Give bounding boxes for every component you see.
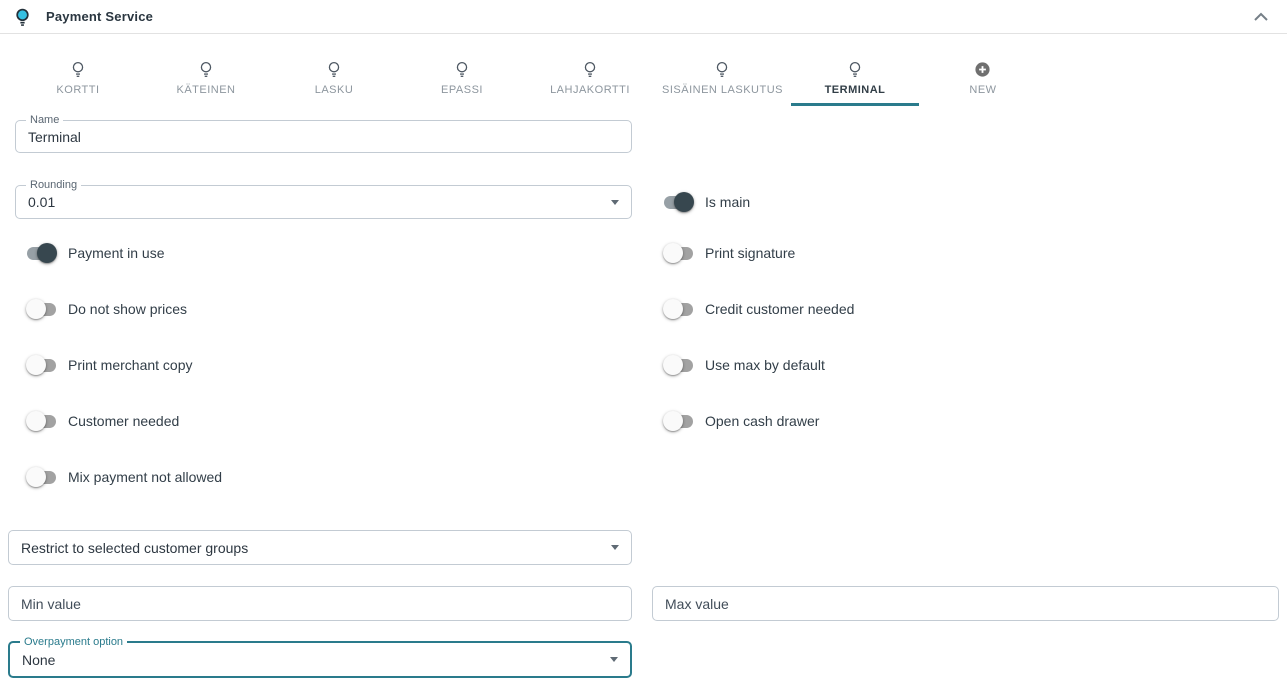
plus-circle-icon bbox=[974, 61, 991, 78]
tab-sisainen-laskutus[interactable]: SISÄINEN LASKUTUS bbox=[654, 34, 791, 106]
name-input[interactable] bbox=[28, 129, 619, 145]
toggle-label: Print merchant copy bbox=[68, 357, 193, 373]
tab-label: KÄTEINEN bbox=[176, 84, 235, 96]
toggle-label: Credit customer needed bbox=[705, 301, 854, 317]
tab-kateinen[interactable]: KÄTEINEN bbox=[142, 34, 270, 106]
toggle-row-open-cash-drawer[interactable]: Open cash drawer bbox=[652, 393, 1279, 449]
tab-new[interactable]: NEW bbox=[919, 34, 1047, 106]
payment-service-lightbulb-icon bbox=[14, 7, 32, 27]
toggle-row-is-main[interactable]: Is main bbox=[664, 185, 750, 219]
toggle-row-print-merchant-copy[interactable]: Print merchant copy bbox=[8, 337, 632, 393]
tab-label: SISÄINEN LASKUTUS bbox=[662, 84, 783, 96]
tab-label: TERMINAL bbox=[825, 84, 886, 96]
rounding-selected-value: 0.01 bbox=[28, 194, 603, 210]
chevron-up-icon bbox=[1254, 12, 1268, 21]
toggle-label: Mix payment not allowed bbox=[68, 469, 222, 485]
mix-payment-not-allowed-switch[interactable] bbox=[27, 471, 56, 484]
toggle-row-customer-needed[interactable]: Customer needed bbox=[8, 393, 632, 449]
lightbulb-icon bbox=[582, 61, 598, 78]
lightbulb-icon bbox=[326, 61, 342, 78]
print-signature-switch[interactable] bbox=[664, 247, 693, 260]
toggle-label: Do not show prices bbox=[68, 301, 187, 317]
terminal-settings-form: Name Rounding 0.01 Is main Payment in us… bbox=[0, 120, 1287, 678]
tab-lahjakortti[interactable]: LAHJAKORTTI bbox=[526, 34, 654, 106]
payment-method-tabs: KORTTI KÄTEINEN LASKU EPASSI LAHJAKORTTI… bbox=[0, 34, 1287, 106]
toggle-row-print-signature[interactable]: Print signature bbox=[652, 225, 1279, 281]
dropdown-arrow-icon bbox=[610, 657, 618, 662]
page-title: Payment Service bbox=[46, 9, 153, 24]
toggle-label: Customer needed bbox=[68, 413, 179, 429]
toggle-row-credit-customer-needed[interactable]: Credit customer needed bbox=[652, 281, 1279, 337]
overpayment-option-select[interactable]: Overpayment option None bbox=[8, 641, 632, 678]
dropdown-arrow-icon bbox=[611, 200, 619, 205]
payment-in-use-switch[interactable] bbox=[27, 247, 56, 260]
lightbulb-icon bbox=[454, 61, 470, 78]
tab-label: EPASSI bbox=[441, 84, 483, 96]
customer-groups-value: Restrict to selected customer groups bbox=[21, 540, 603, 556]
print-merchant-copy-switch[interactable] bbox=[27, 359, 56, 372]
lightbulb-icon bbox=[847, 61, 863, 78]
overpayment-option-label: Overpayment option bbox=[20, 636, 127, 649]
rounding-select-label: Rounding bbox=[26, 179, 81, 192]
toggle-row-use-max-by-default[interactable]: Use max by default bbox=[652, 337, 1279, 393]
lightbulb-icon bbox=[714, 61, 730, 78]
min-value-input[interactable] bbox=[21, 596, 619, 612]
tab-label: NEW bbox=[969, 84, 996, 96]
toggle-row-mix-payment-not-allowed[interactable]: Mix payment not allowed bbox=[8, 449, 632, 505]
min-value-field[interactable] bbox=[8, 586, 632, 621]
dropdown-arrow-icon bbox=[611, 545, 619, 550]
tab-lasku[interactable]: LASKU bbox=[270, 34, 398, 106]
customer-needed-switch[interactable] bbox=[27, 415, 56, 428]
tab-epassi[interactable]: EPASSI bbox=[398, 34, 526, 106]
name-field-label: Name bbox=[26, 114, 63, 127]
use-max-by-default-switch[interactable] bbox=[664, 359, 693, 372]
open-cash-drawer-switch[interactable] bbox=[664, 415, 693, 428]
do-not-show-prices-switch[interactable] bbox=[27, 303, 56, 316]
rounding-select[interactable]: Rounding 0.01 bbox=[15, 185, 632, 219]
tab-label: LASKU bbox=[315, 84, 354, 96]
is-main-switch[interactable] bbox=[664, 196, 693, 209]
toggle-label: Payment in use bbox=[68, 245, 165, 261]
tab-label: KORTTI bbox=[56, 84, 99, 96]
name-field[interactable]: Name bbox=[15, 120, 632, 153]
customer-groups-select[interactable]: Restrict to selected customer groups bbox=[8, 530, 632, 565]
toggle-row-do-not-show-prices[interactable]: Do not show prices bbox=[8, 281, 632, 337]
overpayment-selected-value: None bbox=[22, 652, 602, 668]
toggle-label: Use max by default bbox=[705, 357, 825, 373]
toggle-label: Print signature bbox=[705, 245, 795, 261]
app-header: Payment Service bbox=[0, 0, 1287, 34]
max-value-input[interactable] bbox=[665, 596, 1266, 612]
toggle-row-payment-in-use[interactable]: Payment in use bbox=[8, 225, 632, 281]
tab-label: LAHJAKORTTI bbox=[550, 84, 630, 96]
toggle-label: Is main bbox=[705, 194, 750, 210]
tab-terminal[interactable]: TERMINAL bbox=[791, 34, 919, 106]
lightbulb-icon bbox=[70, 61, 86, 78]
max-value-field[interactable] bbox=[652, 586, 1279, 621]
credit-customer-needed-switch[interactable] bbox=[664, 303, 693, 316]
collapse-panel-button[interactable] bbox=[1249, 5, 1273, 29]
toggle-label: Open cash drawer bbox=[705, 413, 819, 429]
lightbulb-icon bbox=[198, 61, 214, 78]
tab-kortti[interactable]: KORTTI bbox=[14, 34, 142, 106]
